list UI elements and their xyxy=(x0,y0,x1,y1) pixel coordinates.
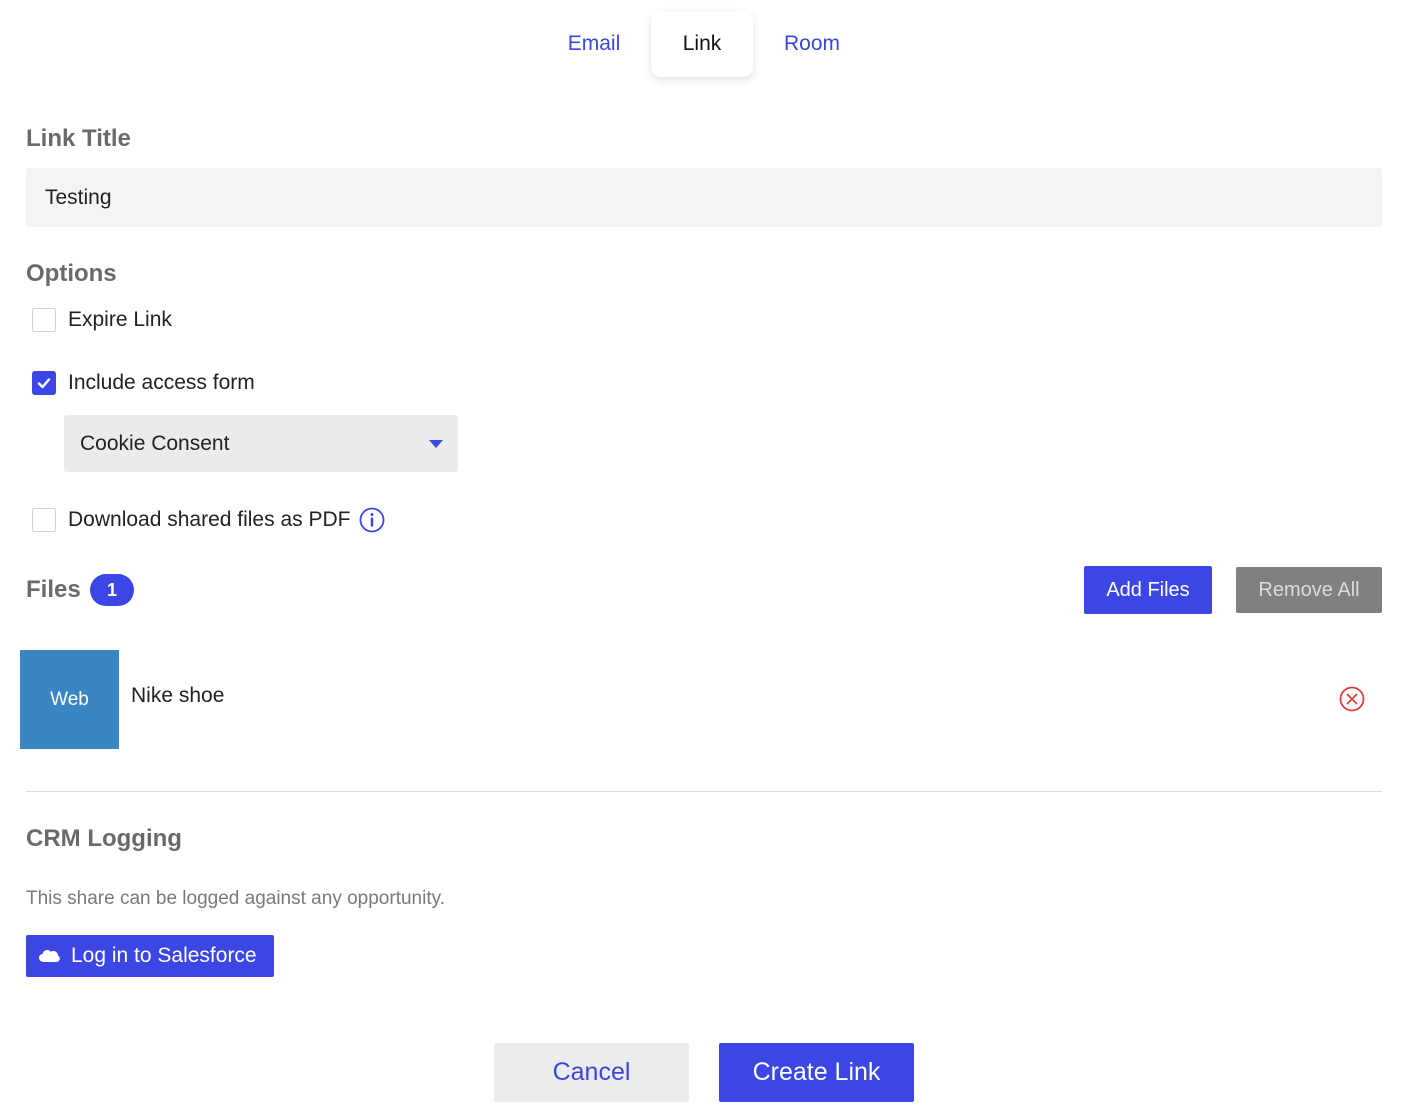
download-pdf-checkbox[interactable] xyxy=(32,508,56,532)
add-files-button[interactable]: Add Files xyxy=(1084,566,1212,614)
salesforce-login-label: Log in to Salesforce xyxy=(71,944,257,967)
caret-down-icon xyxy=(429,440,443,448)
link-title-label: Link Title xyxy=(26,125,131,152)
checkmark-icon xyxy=(37,378,51,389)
crm-logging-heading: CRM Logging xyxy=(26,825,182,852)
create-link-button[interactable]: Create Link xyxy=(719,1043,914,1102)
share-dialog: Email Link Room Link Title Options Expir… xyxy=(0,0,1408,1118)
section-divider xyxy=(26,791,1382,792)
expire-link-label: Expire Link xyxy=(68,308,172,331)
files-heading: Files xyxy=(26,576,81,603)
download-pdf-label: Download shared files as PDF xyxy=(68,508,351,531)
access-form-select-value: Cookie Consent xyxy=(80,431,230,455)
access-form-checkbox[interactable] xyxy=(32,371,56,395)
files-count-badge: 1 xyxy=(90,574,134,606)
remove-file-icon[interactable] xyxy=(1338,685,1366,718)
download-pdf-option: Download shared files as PDF xyxy=(32,507,385,533)
options-heading: Options xyxy=(26,260,117,287)
share-type-tabs: Email Link Room xyxy=(0,11,1408,77)
file-thumbnail: Web xyxy=(20,650,119,749)
access-form-select[interactable]: Cookie Consent xyxy=(64,415,458,472)
access-form-option: Include access form xyxy=(32,371,255,395)
link-title-input[interactable] xyxy=(26,168,1382,227)
tab-room[interactable]: Room xyxy=(770,11,854,77)
tab-link[interactable]: Link xyxy=(651,11,753,77)
remove-all-button[interactable]: Remove All xyxy=(1236,567,1382,613)
tab-email[interactable]: Email xyxy=(552,11,636,77)
file-name: Nike shoe xyxy=(131,684,225,707)
salesforce-login-button[interactable]: Log in to Salesforce xyxy=(26,935,274,977)
access-form-label: Include access form xyxy=(68,371,255,394)
cancel-button[interactable]: Cancel xyxy=(494,1043,689,1102)
expire-link-option: Expire Link xyxy=(32,308,172,332)
crm-logging-description: This share can be logged against any opp… xyxy=(26,888,445,909)
info-icon[interactable] xyxy=(359,507,385,533)
salesforce-cloud-icon xyxy=(38,948,60,964)
expire-link-checkbox[interactable] xyxy=(32,308,56,332)
